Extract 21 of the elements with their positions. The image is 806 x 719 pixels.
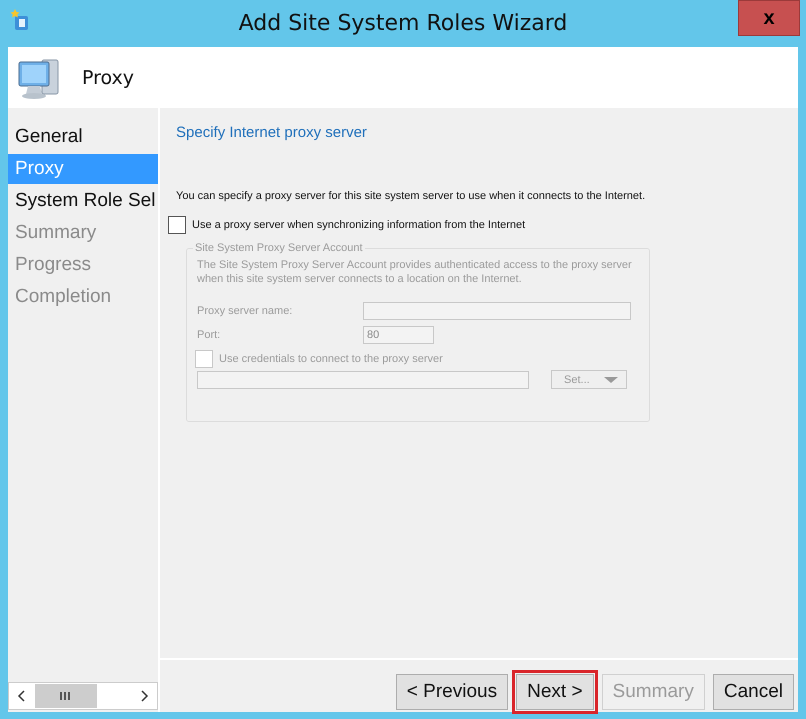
window-title: Add Site System Roles Wizard: [238, 11, 568, 36]
horizontal-scrollbar[interactable]: [8, 682, 158, 710]
checkbox-label: Use credentials to connect to the proxy server: [219, 353, 443, 365]
page-title: Proxy: [82, 66, 134, 88]
group-title: Site System Proxy Server Account: [194, 242, 364, 254]
group-description: The Site System Proxy Server Account provides authenticated access to the proxy server when this site system server connects to a location on the Internet.: [197, 258, 633, 286]
proxy-checkbox[interactable]: [168, 216, 186, 234]
wizard-button[interactable]: Cancel: [712, 674, 794, 710]
checkbox-label: Use a proxy server when synchronizing information from the Internet: [192, 219, 526, 231]
sidebar-item[interactable]: Proxy: [8, 154, 158, 184]
wizard-button[interactable]: Next >: [516, 674, 594, 710]
field-label: Port:: [197, 329, 222, 341]
caret-icon: [604, 376, 618, 382]
sidebar-item[interactable]: General: [8, 122, 158, 152]
scroll-thumb[interactable]: [35, 684, 97, 708]
wizard-button[interactable]: < Previous: [396, 674, 508, 710]
close-button[interactable]: x: [738, 0, 800, 36]
sidebar-item[interactable]: System Role Sel: [8, 186, 158, 216]
section-heading: Specify Internet proxy server: [176, 124, 368, 141]
description-text: You can specify a proxy server for this site system server to use when it connects to the Internet.: [176, 190, 646, 202]
field-label: Proxy server name:: [197, 305, 294, 317]
